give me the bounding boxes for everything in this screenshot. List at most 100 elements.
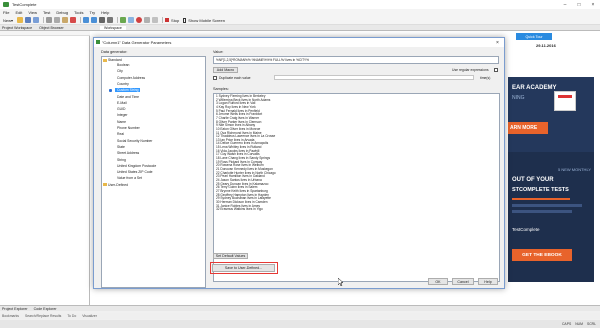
value-input[interactable]: %NF[1,2,5]*ROMAN%% %NAME%%% FULL%/ lives… [213,56,499,64]
menu-edit[interactable]: Edit [15,10,22,15]
maximize-icon[interactable]: □ [572,0,586,9]
quick-tour-button[interactable]: Quick Tour [516,33,552,40]
find-icon[interactable] [99,17,106,23]
cut-icon[interactable] [46,17,53,23]
output-tabs: Bookmarks Search/Replace Results To Do V… [0,313,600,319]
tree-item-generator[interactable]: State [117,145,125,149]
times-label: time(s) [480,76,491,80]
tree-item-generator[interactable]: Computer Address [117,76,145,80]
duplicate-checkbox[interactable] [213,76,217,80]
pause-icon[interactable] [144,17,151,23]
tree-item-generator[interactable]: Value from a Set [117,176,142,180]
menu-help[interactable]: Help [101,10,109,15]
tree-item-generator[interactable]: E-Mail [117,101,127,105]
show-mobile-screen-button[interactable]: Show Mobile Screen [183,17,225,23]
regex-checkbox[interactable] [494,68,498,72]
advertisement-panel[interactable]: EAR ACADEMY NING ARN MORE 5 NEW MONTHLY … [508,77,594,282]
add-macro-button[interactable]: Add Macro [213,67,238,73]
toolbar: New ▾ Stop Show Mobile Screen [0,16,600,25]
menu-debug[interactable]: Debug [56,10,68,15]
samples-list[interactable]: 1 Sydney Fleming lives in Berkeley 2 Will… [213,93,500,282]
tree-item-generator[interactable]: United States ZIP Code [117,170,153,174]
menu-test[interactable]: Test [43,10,50,15]
value-label: Value: [213,50,224,54]
tab-workspace[interactable]: Workspace [100,25,126,30]
dialog-title: "Column1" Data Generator Parameters [102,40,172,45]
tree-item-generator[interactable]: Real [117,132,124,136]
stop-icon [165,18,170,22]
mobile-icon [183,17,187,23]
run-all-icon[interactable] [128,17,135,23]
scrl-indicator: SCRL [586,322,596,326]
save-all-icon[interactable] [33,17,40,23]
tree-item-generator[interactable]: Custom String [115,88,141,93]
tab-search-replace-results[interactable]: Search/Replace Results [25,314,61,318]
app-window: TestComplete – □ × File Edit View Test D… [0,0,600,328]
help-button[interactable]: Help [478,278,498,285]
tab-object-browser[interactable]: Object Browser [39,26,64,30]
record-icon[interactable] [136,17,143,23]
bottom-panel-tabs: Project Explorer Code Explorer [0,305,600,311]
tree-item-generator[interactable]: City [117,69,123,73]
menu-view[interactable]: View [28,10,37,15]
save-icon[interactable] [25,17,32,23]
tab-to-do[interactable]: To Do [67,314,76,318]
undo-icon[interactable] [83,17,90,23]
tab-visualizer[interactable]: Visualizer [82,314,97,318]
open-icon[interactable] [17,17,24,23]
generator-tree[interactable]: Standard Boolean City Computer Address Count… [101,56,206,288]
menu-try[interactable]: Try [89,10,95,15]
ad-divider [512,198,570,200]
duplicate-label: Duplicate each value [219,76,251,80]
ad-get-ebook-button[interactable]: GET THE EBOOK [512,249,572,261]
tree-item-generator[interactable]: Name [117,120,126,124]
duplicate-times-field[interactable] [274,75,474,80]
tree-item-generator[interactable]: GUID [117,107,125,111]
step-icon[interactable] [152,17,159,23]
project-explorer-toolbar [0,31,90,36]
new-button[interactable]: New ▾ [3,18,13,23]
ad-brand: TestComplete [512,227,540,232]
tree-item-generator[interactable]: Phone Number [117,126,140,130]
set-default-values-button[interactable]: Set Default Values [213,253,248,259]
toolbar-divider [117,17,119,23]
tab-code-explorer[interactable]: Code Explorer [34,307,57,311]
ok-button[interactable]: OK [428,278,448,285]
tree-item-generator[interactable]: Country [117,82,129,86]
tree-node-standard[interactable]: Standard [108,58,122,62]
project-explorer-panel [0,31,90,305]
ad-text-tests: STCOMPLETE TESTS [512,187,569,193]
stop-button[interactable]: Stop [165,18,179,23]
tree-item-generator[interactable]: United Kingdom Postcode [117,164,156,168]
tree-item-generator[interactable]: Boolean [117,63,129,67]
tree-item-generator[interactable]: String [117,158,126,162]
ad-certificate-image [554,91,576,111]
delete-icon[interactable] [70,17,77,23]
tab-project-explorer[interactable]: Project Explorer [2,307,28,311]
ad-text-monthly: 5 NEW MONTHLY [558,167,592,172]
ad-fineprint [512,210,572,213]
close-icon[interactable]: × [586,0,600,9]
tab-bookmarks[interactable]: Bookmarks [2,314,19,318]
cancel-button[interactable]: Cancel [452,278,474,285]
tab-project-workspace[interactable]: Project Workspace [2,26,32,30]
menu-file[interactable]: File [3,10,9,15]
replace-icon[interactable] [107,17,114,23]
dialog-close-icon[interactable]: × [493,39,502,46]
tree-item-generator[interactable]: Street Address [117,151,139,155]
menu-tools[interactable]: Tools [74,10,83,15]
folder-icon [103,58,107,62]
tree-node-user-defined[interactable]: User-Defined [108,183,128,187]
ad-learn-more-button[interactable]: ARN MORE [508,122,548,134]
paste-icon[interactable] [62,17,69,23]
redo-icon[interactable] [91,17,98,23]
tree-item-generator[interactable]: Date and Time [117,95,139,99]
title-bar: TestComplete – □ × [0,0,600,9]
dialog-app-icon [96,40,100,44]
tree-item-generator[interactable]: Social Security Number [117,139,152,143]
run-icon[interactable] [120,17,127,23]
minimize-icon[interactable]: – [558,0,572,9]
caps-indicator: CAPS [561,322,572,326]
copy-icon[interactable] [54,17,61,23]
tree-item-generator[interactable]: Integer [117,113,128,117]
